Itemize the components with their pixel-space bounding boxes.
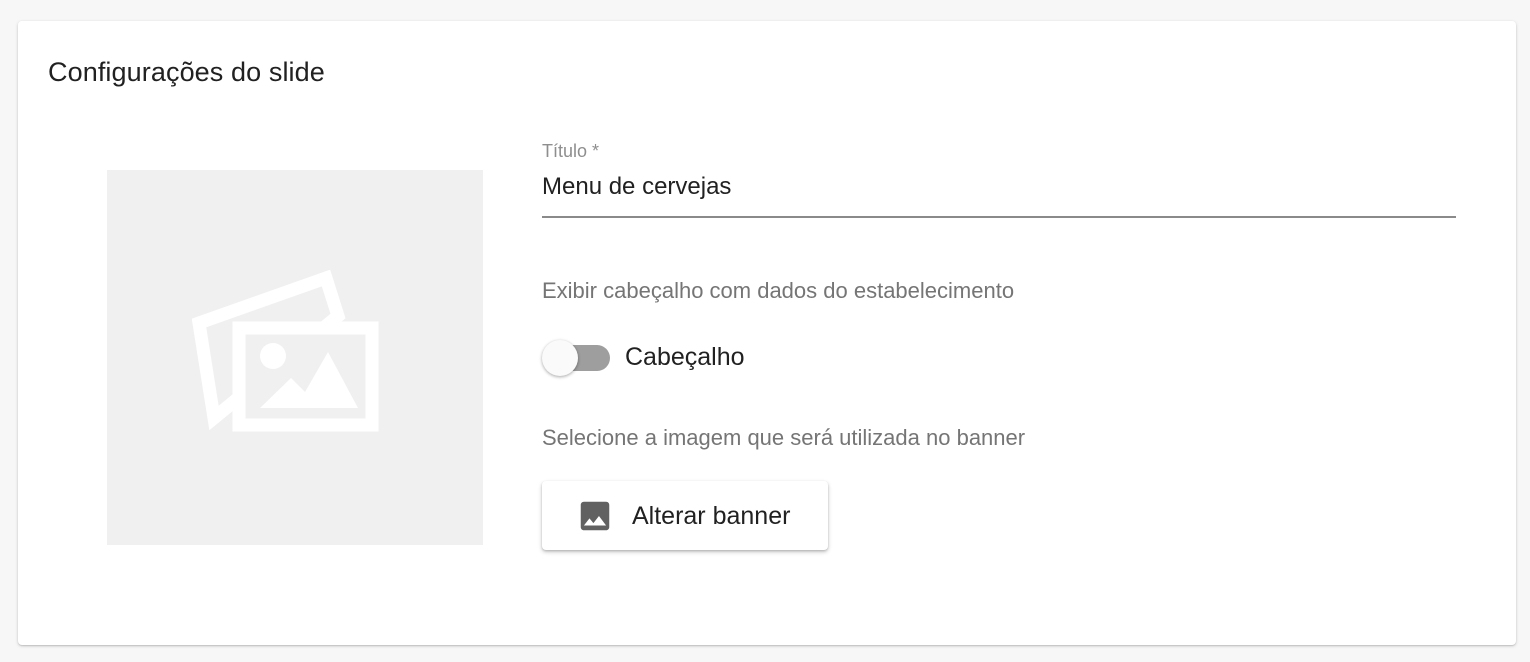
change-banner-label: Alterar banner (632, 502, 791, 530)
change-banner-button[interactable]: Alterar banner (542, 481, 828, 550)
header-toggle[interactable]: Cabeçalho (542, 339, 772, 379)
card-title: Configurações do slide (48, 57, 325, 87)
banner-description: Selecione a imagem que será utilizada no… (542, 425, 1026, 450)
title-input[interactable] (542, 173, 1456, 201)
title-field: Título * (542, 139, 1456, 218)
header-description: Exibir cabeçalho com dados do estabeleci… (542, 278, 1015, 303)
image-icon (580, 501, 610, 531)
banner-preview (107, 170, 483, 545)
header-toggle-label: Cabeçalho (625, 343, 745, 371)
toggle-thumb[interactable] (542, 340, 578, 376)
image-placeholder-icon (192, 270, 390, 432)
title-field-label: Título * (542, 141, 600, 161)
slide-settings-card: Configurações do slide Título * Exibir c… (18, 21, 1516, 645)
